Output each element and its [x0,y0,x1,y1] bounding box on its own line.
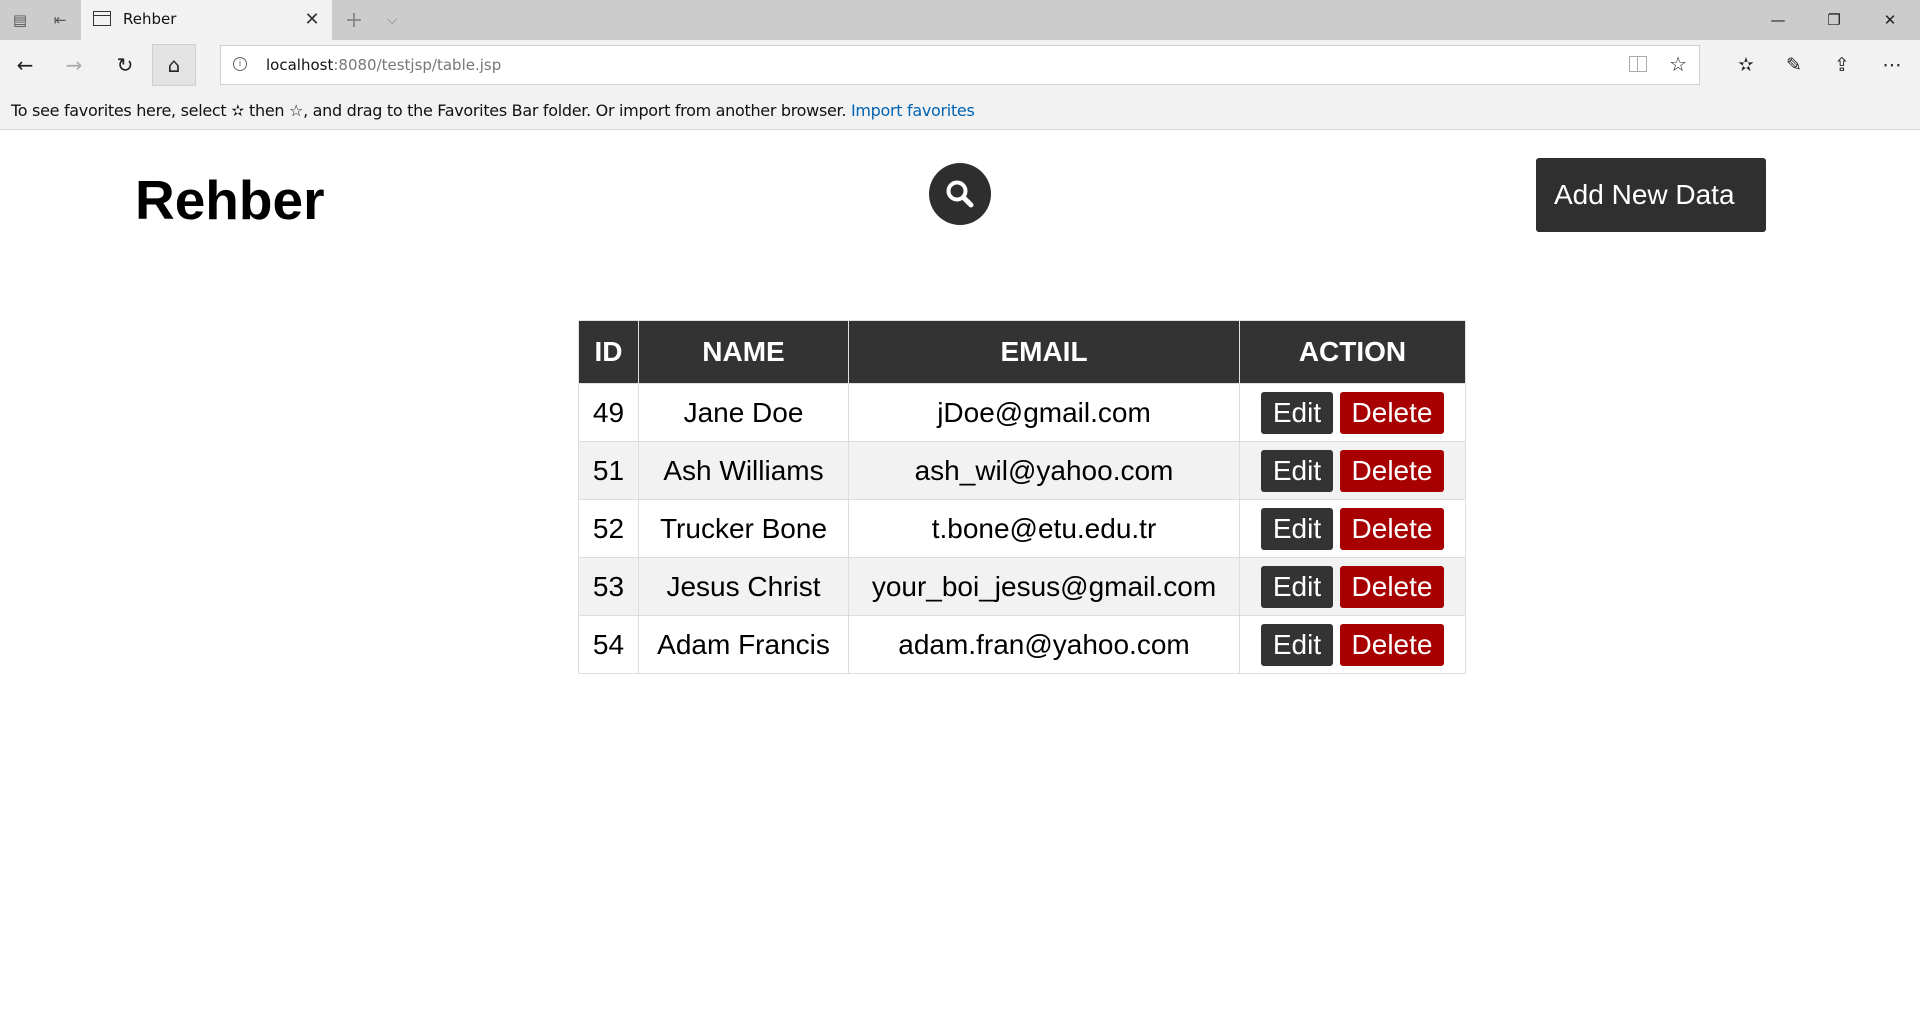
favorites-message: To see favorites here, select ✫ then ☆, … [11,101,975,120]
close-tab-icon[interactable]: ✕ [302,9,322,30]
cell-name: Jane Doe [638,383,849,442]
header-email: EMAIL [848,320,1240,384]
edit-button[interactable]: Edit [1261,449,1333,492]
cell-name: Ash Williams [638,441,849,500]
pen-icon[interactable]: ✎ [1772,44,1816,86]
delete-button[interactable]: Delete [1340,391,1444,434]
tab-title: Rehber [123,10,177,28]
new-tab-icon[interactable]: + [340,6,368,34]
search-button[interactable] [929,163,991,225]
import-favorites-link[interactable]: Import favorites [851,101,975,120]
cell-action: Edit Delete [1239,441,1466,500]
edit-button[interactable]: Edit [1261,507,1333,550]
reading-view-icon[interactable] [1629,56,1647,72]
home-icon[interactable]: ⌂ [152,44,196,86]
cell-name: Jesus Christ [638,557,849,616]
header-name: NAME [638,320,849,384]
url-host: localhost [266,56,334,74]
navigation-bar: ← → ↻ ⌂ i localhost:8080/testjsp/table.j… [0,40,1920,90]
cell-email: ash_wil@yahoo.com [848,441,1240,500]
cell-id: 51 [578,441,639,500]
page-title: Rehber [135,169,325,231]
url-text[interactable]: localhost:8080/testjsp/table.jsp [266,56,501,74]
refresh-icon[interactable]: ↻ [103,44,147,86]
url-path: :8080/testjsp/table.jsp [333,56,502,74]
cell-action: Edit Delete [1239,615,1466,674]
address-bar[interactable]: i localhost:8080/testjsp/table.jsp ☆ [220,45,1700,85]
edit-button[interactable]: Edit [1261,565,1333,608]
delete-button[interactable]: Delete [1340,449,1444,492]
cell-id: 53 [578,557,639,616]
delete-button[interactable]: Delete [1340,507,1444,550]
tab-set-aside-icon[interactable]: ▤ [6,6,34,34]
contacts-table: ID NAME EMAIL ACTION 49 Jane Doe jDoe@gm… [578,320,1466,674]
add-new-data-button[interactable]: Add New Data [1536,158,1766,232]
tab-strip: ▤ ⇤ Rehber ✕ + ⌵ — ❐ ✕ [0,0,1920,40]
restore-tabs-icon[interactable]: ⇤ [46,6,74,34]
delete-button[interactable]: Delete [1340,623,1444,666]
table-header-row: ID NAME EMAIL ACTION [578,320,1466,384]
table-row: 54 Adam Francis adam.fran@yahoo.com Edit… [578,615,1466,674]
edit-button[interactable]: Edit [1261,391,1333,434]
cell-email: t.bone@etu.edu.tr [848,499,1240,558]
cell-action: Edit Delete [1239,557,1466,616]
table-row: 51 Ash Williams ash_wil@yahoo.com Edit D… [578,441,1466,500]
search-icon [946,180,974,208]
restore-window-icon[interactable]: ❐ [1806,0,1862,40]
back-icon[interactable]: ← [3,44,47,86]
cell-email: jDoe@gmail.com [848,383,1240,442]
cell-action: Edit Delete [1239,383,1466,442]
cell-name: Adam Francis [638,615,849,674]
delete-button[interactable]: Delete [1340,565,1444,608]
minimize-icon[interactable]: — [1750,0,1806,40]
cell-email: your_boi_jesus@gmail.com [848,557,1240,616]
favorites-icon[interactable]: ✫ [1724,44,1768,86]
table-row: 52 Trucker Bone t.bone@etu.edu.tr Edit D… [578,499,1466,558]
favorites-message-text: To see favorites here, select ✫ then ☆, … [11,101,847,120]
edit-button[interactable]: Edit [1261,623,1333,666]
more-icon[interactable]: ⋯ [1870,44,1914,86]
table-row: 49 Jane Doe jDoe@gmail.com Edit Delete [578,383,1466,442]
favorites-bar: To see favorites here, select ✫ then ☆, … [0,90,1920,130]
star-icon[interactable]: ☆ [1669,52,1687,76]
header-id: ID [578,320,639,384]
info-icon[interactable]: i [233,57,247,71]
page-icon [93,11,111,26]
share-icon[interactable]: ⇪ [1820,44,1864,86]
tab-rehber[interactable]: Rehber ✕ [81,0,332,40]
chevron-down-icon[interactable]: ⌵ [378,6,406,34]
header-action: ACTION [1239,320,1466,384]
cell-email: adam.fran@yahoo.com [848,615,1240,674]
cell-id: 49 [578,383,639,442]
cell-name: Trucker Bone [638,499,849,558]
table-row: 53 Jesus Christ your_boi_jesus@gmail.com… [578,557,1466,616]
cell-id: 54 [578,615,639,674]
forward-icon[interactable]: → [52,44,96,86]
close-window-icon[interactable]: ✕ [1862,0,1918,40]
cell-action: Edit Delete [1239,499,1466,558]
cell-id: 52 [578,499,639,558]
